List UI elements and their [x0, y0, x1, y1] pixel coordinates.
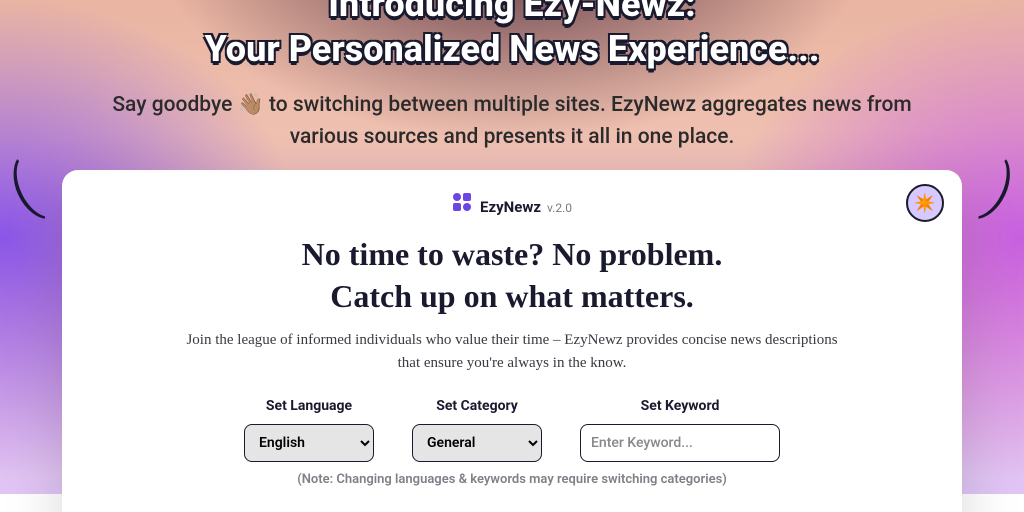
controls-note: (Note: Changing languages & keywords may… — [102, 472, 922, 487]
card-title-line2: Catch up on what matters. — [330, 278, 694, 314]
keyword-input[interactable] — [580, 424, 780, 462]
controls-row: Set Language English Set Category Genera… — [102, 398, 922, 462]
card-description: Join the league of informed individuals … — [182, 329, 842, 376]
language-control: Set Language English — [244, 398, 374, 462]
hero-title-line2: Your Personalized News Experience... — [204, 28, 819, 70]
hero-title-line1: Introducing Ezy-Newz: — [328, 0, 695, 25]
wave-emoji: 👋🏽 — [238, 93, 264, 117]
brand-logo-icon — [452, 192, 472, 212]
hero-title: Introducing Ezy-Newz: Your Personalized … — [0, 0, 1024, 72]
hero-subtitle: Say goodbye 👋🏽 to switching between mult… — [0, 90, 1024, 153]
keyword-control: Set Keyword — [580, 398, 780, 462]
brand-name: EzyNewz — [480, 198, 541, 216]
brand-row: EzyNewz v.2.0 — [102, 192, 922, 216]
badge-button[interactable]: ✴️ — [906, 184, 944, 222]
language-label: Set Language — [266, 398, 352, 414]
hero-sub-suffix: to switching between multiple sites. Ezy… — [264, 93, 912, 149]
card-title-line1: No time to waste? No problem. — [302, 236, 723, 272]
hero-section: Introducing Ezy-Newz: Your Personalized … — [0, 0, 1024, 153]
category-control: Set Category General — [412, 398, 542, 462]
card-title: No time to waste? No problem. Catch up o… — [102, 234, 922, 317]
language-select[interactable]: English — [244, 424, 374, 462]
app-card: ✴️ EzyNewz v.2.0 No time to waste? No pr… — [62, 170, 962, 512]
category-label: Set Category — [436, 398, 518, 414]
brand-version: v.2.0 — [547, 201, 572, 215]
hero-sub-prefix: Say goodbye — [112, 93, 237, 117]
category-select[interactable]: General — [412, 424, 542, 462]
sparkle-icon: ✴️ — [914, 193, 936, 214]
keyword-label: Set Keyword — [641, 398, 720, 414]
